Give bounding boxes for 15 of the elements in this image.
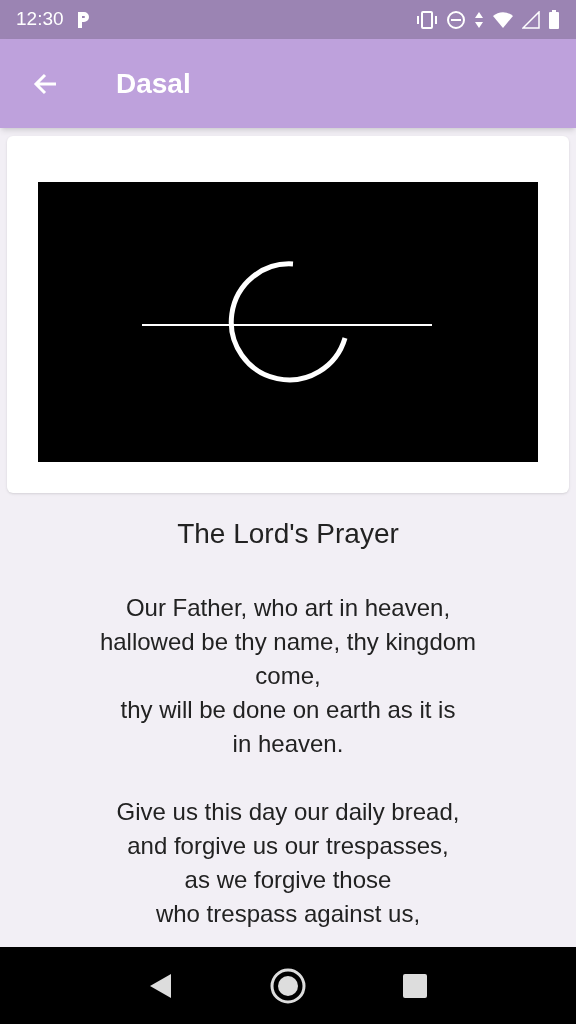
prayer-stanza: Give us this day our daily bread, and forgive us our trespasses, as we forgive those who trespass against us,: [116, 797, 460, 929]
do-not-disturb-icon: [446, 9, 466, 30]
prayer-title: The Lord's Prayer: [177, 517, 399, 551]
signal-icon: [522, 10, 540, 29]
back-arrow-icon: [32, 71, 58, 96]
notification-icon: [75, 10, 90, 29]
recents-nav-icon[interactable]: [403, 973, 428, 998]
battery-icon: [548, 9, 560, 30]
status-time: 12:30: [16, 7, 64, 32]
wifi-icon: [492, 10, 514, 29]
home-nav-icon[interactable]: [270, 967, 306, 1004]
app-bar-title: Dasal: [116, 66, 191, 101]
back-nav-icon[interactable]: [148, 972, 173, 999]
prayer-stanza: Our Father, who art in heaven, hallowed be thy name, thy kingdom come, thy will be done on earth as it is in heaven.: [99, 593, 477, 759]
vibrate-icon: [416, 9, 438, 30]
